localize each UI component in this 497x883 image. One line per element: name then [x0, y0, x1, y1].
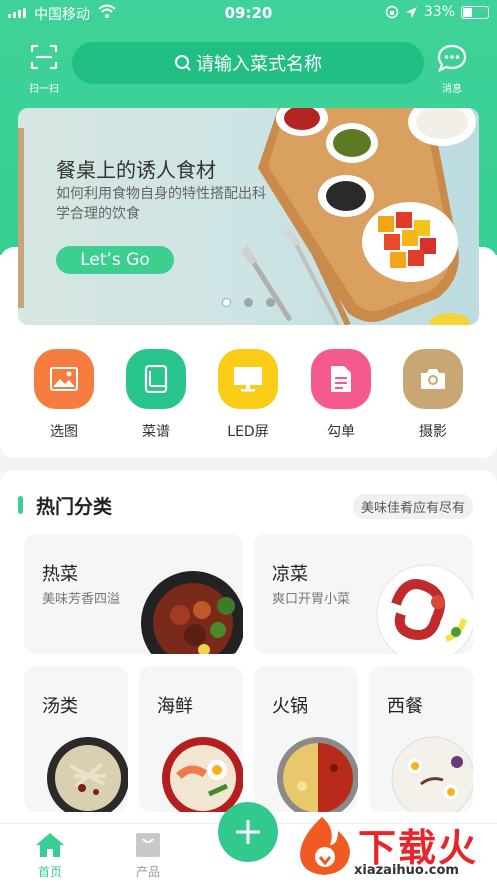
- rotation-lock-icon: [385, 5, 399, 19]
- quick-action-recipes[interactable]: 菜谱: [126, 349, 186, 441]
- quick-action-label: 菜谱: [142, 424, 170, 440]
- message-label: 消息: [442, 84, 462, 95]
- dish-image: [141, 571, 243, 654]
- banner-subtitle: 如何利用食物自身的特性搭配出科学合理的饮食: [56, 186, 266, 222]
- category-name: 汤类: [42, 696, 78, 717]
- pagination-dot[interactable]: [222, 298, 231, 307]
- category-name: 海鲜: [157, 696, 193, 717]
- quick-action-led-screen[interactable]: LED屏: [218, 349, 278, 441]
- quick-action-label: LED屏: [227, 424, 269, 440]
- quick-action-label: 勾单: [327, 424, 355, 440]
- pagination-dot[interactable]: [266, 298, 275, 307]
- pagination-dot[interactable]: [244, 298, 253, 307]
- quick-action-photography[interactable]: 摄影: [403, 349, 463, 441]
- category-card-hot-dishes[interactable]: 热菜 美味芳香四溢: [24, 534, 243, 654]
- category-name: 凉菜: [272, 564, 308, 585]
- battery-icon: [461, 5, 489, 19]
- document-icon: [311, 349, 371, 409]
- dish-image: [162, 737, 243, 812]
- location-icon: [405, 6, 417, 18]
- chat-bubble-icon: [437, 44, 467, 73]
- category-name: 火锅: [272, 696, 308, 717]
- dish-image: [47, 737, 128, 812]
- category-card-cold-dishes[interactable]: 凉菜 爽口开胃小菜: [254, 534, 473, 654]
- category-card-seafood[interactable]: 海鲜: [139, 666, 243, 812]
- scan-label: 扫一扫: [29, 84, 59, 95]
- image-icon: [34, 349, 94, 409]
- status-bar: 中国移动 09:20 33%: [0, 0, 497, 26]
- tab-products[interactable]: 产品: [118, 832, 178, 880]
- quick-action-select-image[interactable]: 选图: [34, 349, 94, 441]
- tab-label: 首页: [37, 865, 62, 879]
- tab-label: 产品: [135, 865, 160, 879]
- promo-banner[interactable]: 餐桌上的诱人食材 如何利用食物自身的特性搭配出科学合理的饮食 Let’s Go: [18, 108, 479, 325]
- category-card-hotpot[interactable]: 火锅: [254, 666, 358, 812]
- hot-categories-section: 热门分类 美味佳肴应有尽有 热菜 美味芳香四溢 凉菜 爽口开胃小菜 汤类 海鲜 …: [0, 470, 497, 830]
- tab-home[interactable]: 首页: [20, 832, 80, 880]
- quick-action-label: 摄影: [419, 424, 447, 440]
- section-accent-bar: [18, 496, 23, 514]
- dish-image: [277, 737, 358, 812]
- plus-icon: [236, 820, 260, 844]
- category-card-western[interactable]: 西餐: [369, 666, 473, 812]
- section-tag: 美味佳肴应有尽有: [352, 494, 473, 519]
- monitor-icon: [218, 349, 278, 409]
- message-button[interactable]: 消息: [432, 44, 472, 95]
- dish-image: [376, 564, 473, 654]
- category-name: 热菜: [42, 564, 78, 585]
- lets-go-button[interactable]: Let’s Go: [56, 246, 174, 274]
- section-title: 热门分类: [36, 496, 113, 518]
- shopping-bag-icon: [136, 833, 160, 857]
- quick-action-label: 选图: [50, 424, 78, 440]
- category-desc: 美味芳香四溢: [42, 592, 121, 607]
- banner-title: 餐桌上的诱人食材: [56, 158, 216, 182]
- category-desc: 爽口开胃小菜: [272, 592, 351, 607]
- battery-percent: 33%: [423, 4, 455, 20]
- watermark-url: xiazaihuo.com: [354, 863, 459, 878]
- scan-icon: [30, 44, 58, 70]
- banner-pagination: [222, 298, 275, 307]
- quick-action-order[interactable]: 勾单: [311, 349, 371, 441]
- dish-image: [391, 736, 473, 812]
- search-icon: [175, 55, 191, 71]
- search-bar[interactable]: 请输入菜式名称: [72, 42, 424, 84]
- camera-icon: [403, 349, 463, 409]
- category-card-soup[interactable]: 汤类: [24, 666, 128, 812]
- home-icon: [36, 833, 64, 857]
- flame-logo-icon: [300, 817, 350, 875]
- book-icon: [126, 349, 186, 409]
- watermark-logo: 下载火 xiazaihuo.com: [292, 815, 492, 879]
- scan-button[interactable]: 扫一扫: [24, 44, 64, 95]
- add-button[interactable]: [218, 802, 278, 862]
- search-placeholder: 请输入菜式名称: [196, 54, 322, 75]
- category-name: 西餐: [387, 696, 423, 717]
